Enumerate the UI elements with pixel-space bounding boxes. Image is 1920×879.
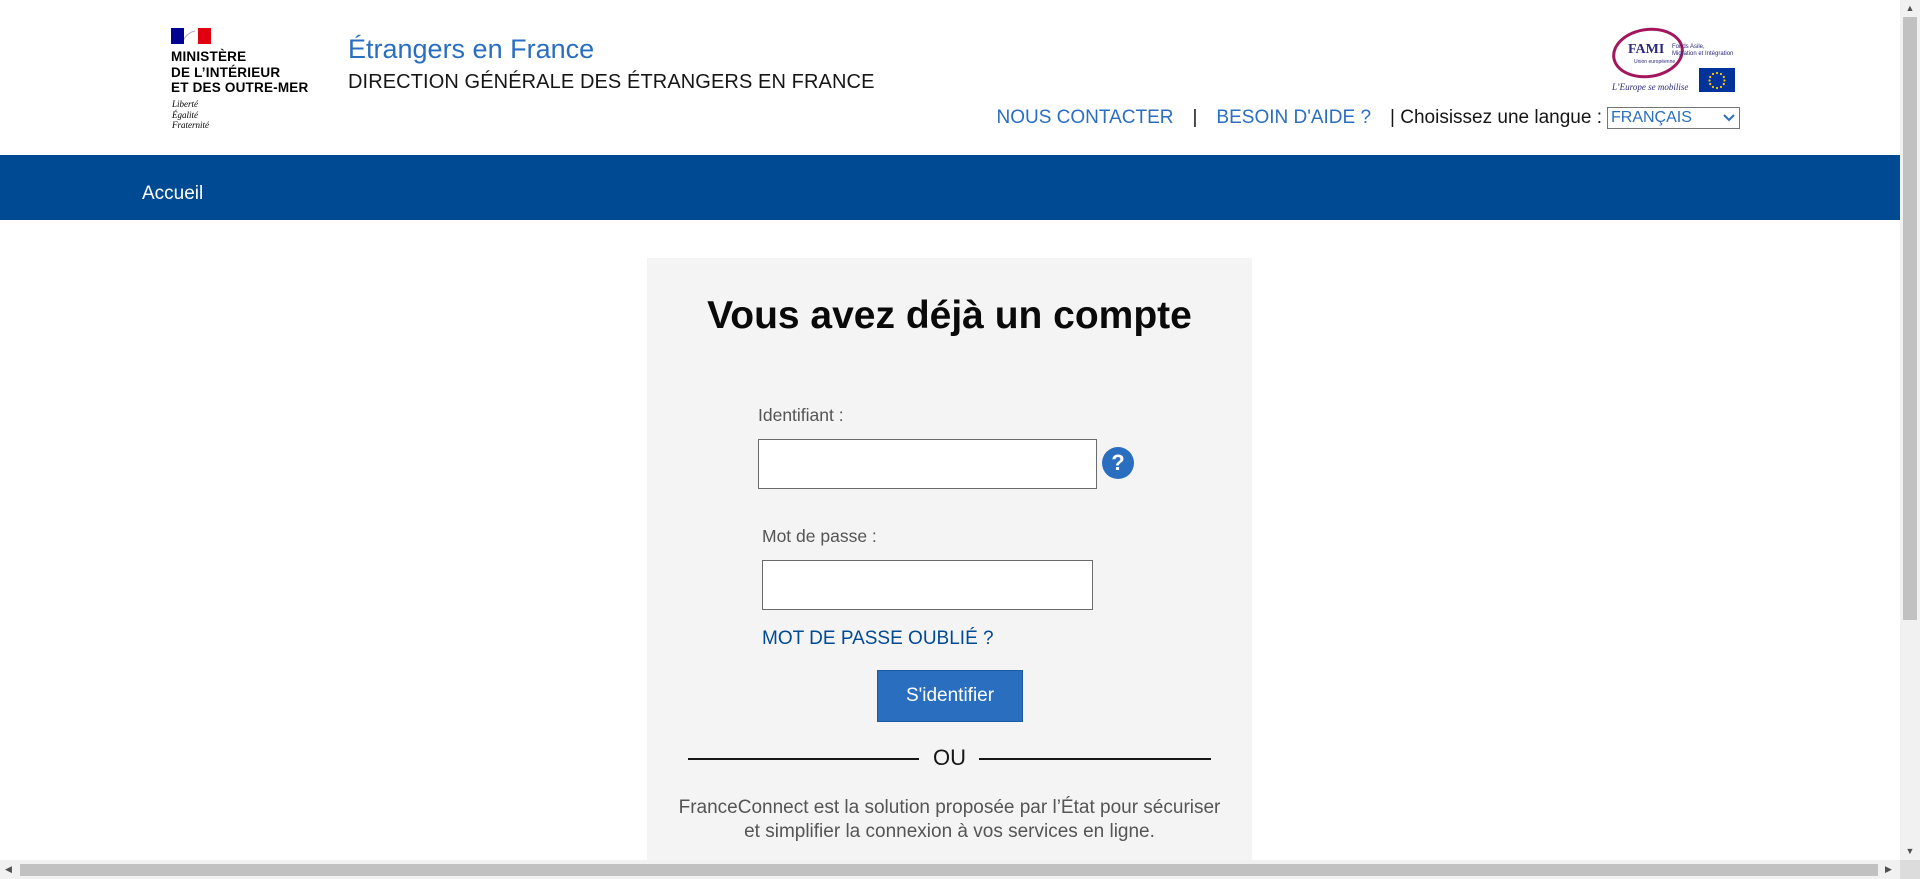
scroll-up-icon[interactable]: ▲	[1900, 0, 1920, 17]
main-navigation: Accueil	[0, 155, 1900, 220]
fami-logo: FAMI Fonds Asile, Migration et Intégrati…	[1608, 23, 1738, 96]
horizontal-scrollbar[interactable]: ◀ ▶	[0, 860, 1920, 879]
identifier-label: Identifiant :	[758, 405, 844, 425]
language-selected-value: FRANÇAIS	[1611, 109, 1692, 126]
vertical-scrollbar[interactable]: ▲ ▼	[1900, 0, 1920, 860]
scroll-left-icon[interactable]: ◀	[0, 860, 17, 879]
franceconnect-description: FranceConnect est la solution proposée p…	[678, 797, 1221, 842]
site-subtitle: DIRECTION GÉNÉRALE DES ÉTRANGERS EN FRAN…	[348, 71, 875, 93]
help-link[interactable]: BESOIN D'AIDE ?	[1216, 107, 1371, 129]
scrollbar-corner	[1900, 860, 1920, 879]
ministry-name: MINISTÈRE DE L’INTÉRIEUR ET DES OUTRE-ME…	[171, 49, 309, 95]
password-input[interactable]	[762, 560, 1093, 610]
site-header: MINISTÈRE DE L’INTÉRIEUR ET DES OUTRE-ME…	[0, 0, 1900, 154]
vertical-scroll-thumb[interactable]	[1903, 17, 1917, 620]
republic-motto: Liberté Égalité Fraternité	[172, 99, 209, 130]
login-button[interactable]: S'identifier	[877, 670, 1023, 722]
login-title: Vous avez déjà un compte	[707, 294, 1192, 337]
contact-link[interactable]: NOUS CONTACTER	[997, 107, 1174, 129]
page-viewport: MINISTÈRE DE L’INTÉRIEUR ET DES OUTRE-ME…	[0, 0, 1900, 860]
forgot-password-link[interactable]: MOT DE PASSE OUBLIÉ ?	[762, 628, 994, 650]
nav-item-home[interactable]: Accueil	[142, 155, 203, 220]
site-title[interactable]: Étrangers en France	[348, 34, 594, 65]
horizontal-scroll-thumb[interactable]	[20, 864, 1878, 876]
chevron-down-icon	[1723, 114, 1735, 122]
divider-right	[979, 758, 1211, 760]
identifier-input[interactable]	[758, 439, 1097, 489]
french-flag-icon	[171, 28, 211, 44]
eu-flag-icon	[1699, 68, 1735, 92]
language-label: | Choisissez une langue :	[1390, 107, 1602, 128]
link-separator: |	[1192, 107, 1198, 128]
header-links: NOUS CONTACTER | BESOIN D'AIDE ? | Chois…	[997, 107, 1740, 129]
scroll-right-icon[interactable]: ▶	[1880, 860, 1897, 879]
ministry-logo[interactable]: MINISTÈRE DE L’INTÉRIEUR ET DES OUTRE-ME…	[171, 28, 321, 130]
login-card: Vous avez déjà un compte Identifiant : ?…	[647, 258, 1252, 860]
scroll-down-icon[interactable]: ▼	[1900, 843, 1920, 860]
password-label: Mot de passe :	[762, 526, 877, 546]
help-icon[interactable]: ?	[1102, 447, 1134, 479]
language-select[interactable]: FRANÇAIS	[1607, 107, 1740, 129]
